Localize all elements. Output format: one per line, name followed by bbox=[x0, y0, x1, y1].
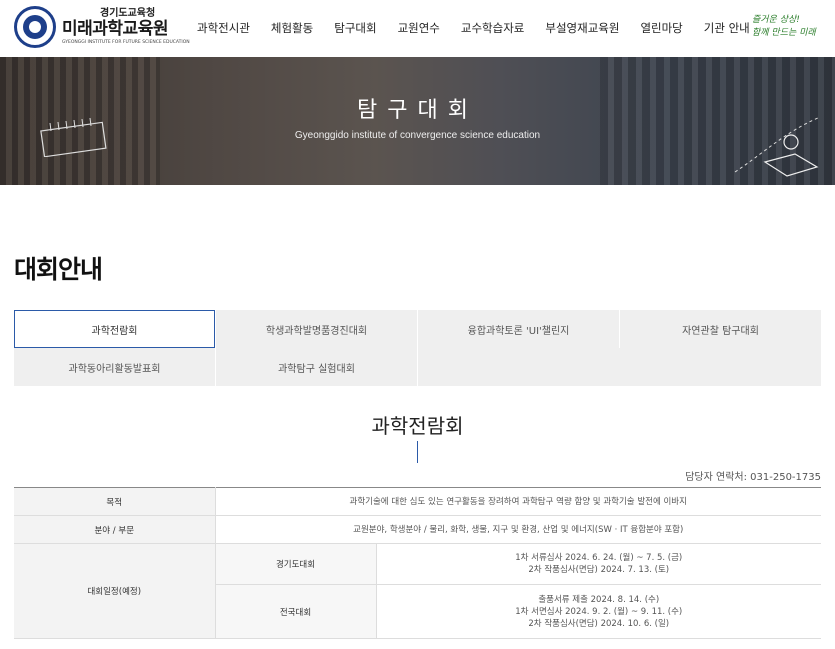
field-label: 분야 / 부문 bbox=[14, 515, 215, 544]
site-header: 경기도교육청 미래과학교육원 GYEONGGI INSTITUTE FOR FU… bbox=[0, 0, 835, 57]
logo-institute-name: 미래과학교육원 bbox=[62, 18, 168, 39]
banner-title: 탐구대회 bbox=[357, 98, 478, 123]
purpose-value: 과학기술에 대한 심도 있는 연구활동을 장려하여 과학탐구 역량 함양 및 과… bbox=[214, 487, 821, 516]
tab-invention-contest[interactable]: 학생과학발명품경진대회 bbox=[216, 310, 417, 348]
nav-item-competitions[interactable]: 탐구대회 bbox=[334, 20, 376, 36]
nav-item-gifted-education[interactable]: 부설영재교육원 bbox=[545, 20, 619, 36]
tab-empty-filler bbox=[418, 348, 821, 386]
banner-subtitle: Gyeonggido institute of convergence scie… bbox=[294, 130, 541, 141]
logo-text: 경기도교육청 미래과학교육원 GYEONGGI INSTITUTE FOR FU… bbox=[62, 7, 190, 46]
tab-club-presentation[interactable]: 과학동아리활동발표회 bbox=[14, 348, 215, 386]
gyeonggi-schedule-line: 1차 서류심사 2024. 6. 24. (월) ~ 7. 5. (금) bbox=[515, 553, 683, 563]
gyeonggi-schedule-line: 2차 작품심사(면담) 2024. 7. 13. (토) bbox=[528, 565, 670, 575]
logo-org-name: 경기도교육청 bbox=[100, 7, 156, 19]
national-label: 전국대회 bbox=[214, 584, 376, 639]
page-banner: 탐구대회 Gyeonggido institute of convergence… bbox=[0, 57, 835, 185]
section-title: 과학전람회 bbox=[371, 414, 464, 438]
nav-item-about[interactable]: 기관 안내 bbox=[704, 20, 750, 36]
nav-item-open-forum[interactable]: 열린마당 bbox=[640, 20, 682, 36]
national-schedule-line: 출품서류 제출 2024. 8. 14. (수) bbox=[538, 594, 660, 605]
tab-nature-observation[interactable]: 자연관찰 탐구대회 bbox=[620, 310, 821, 348]
table-row-field: 분야 / 부문 교원분야, 학생분야 / 물리, 화학, 생물, 지구 및 환경… bbox=[14, 515, 821, 544]
tab-experiment-contest[interactable]: 과학탐구 실험대회 bbox=[216, 348, 417, 386]
nav-item-teaching-materials[interactable]: 교수학습자료 bbox=[461, 20, 524, 36]
section-divider bbox=[417, 441, 418, 463]
main-nav: 과학전시관 체험활동 탐구대회 교원연수 교수학습자료 부설영재교육원 열린마당… bbox=[197, 20, 771, 36]
competition-info-table: 목적 과학기술에 대한 심도 있는 연구활동을 장려하여 과학탐구 역량 함양 … bbox=[14, 487, 821, 639]
national-schedule: 출품서류 제출 2024. 8. 14. (수) 1차 서면심사 2024. 9… bbox=[375, 584, 821, 639]
slogan-line-2: 함께 만드는 미래 bbox=[752, 28, 816, 38]
table-row-gyeonggi: 대회일정(예정) 경기도대회 1차 서류심사 2024. 6. 24. (월) … bbox=[14, 543, 821, 639]
nav-item-teacher-training[interactable]: 교원연수 bbox=[398, 20, 440, 36]
page-title: 대회안내 bbox=[14, 255, 103, 284]
purpose-label: 목적 bbox=[14, 487, 215, 516]
national-schedule-line: 2차 작품심사(면담) 2024. 10. 6. (일) bbox=[528, 618, 670, 629]
slogan: 즐거운 상상! 함께 만드는 미래 bbox=[752, 14, 827, 40]
logo-emblem-icon bbox=[14, 6, 56, 48]
logo-english-name: GYEONGGI INSTITUTE FOR FUTURE SCIENCE ED… bbox=[62, 39, 190, 45]
slogan-line-1: 즐거운 상상! bbox=[752, 15, 800, 25]
site-logo[interactable]: 경기도교육청 미래과학교육원 GYEONGGI INSTITUTE FOR FU… bbox=[14, 6, 190, 48]
tab-science-exhibition[interactable]: 과학전람회 bbox=[14, 310, 215, 348]
tab-ui-challenge[interactable]: 융합과학토론 'UI'챌린지 bbox=[418, 310, 619, 348]
nav-item-science-hall[interactable]: 과학전시관 bbox=[197, 20, 250, 36]
table-row-purpose: 목적 과학기술에 대한 심도 있는 연구활동을 장려하여 과학탐구 역량 함양 … bbox=[14, 487, 821, 516]
schedule-label: 대회일정(예정) bbox=[14, 543, 215, 639]
contact-info: 담당자 연락처: 031-250-1735 bbox=[685, 472, 821, 483]
gyeonggi-schedule: 1차 서류심사 2024. 6. 24. (월) ~ 7. 5. (금) 2차 … bbox=[375, 543, 821, 585]
national-schedule-line: 1차 서면심사 2024. 9. 2. (월) ~ 9. 11. (수) bbox=[515, 606, 683, 617]
gyeonggi-label: 경기도대회 bbox=[214, 543, 376, 585]
field-value: 교원분야, 학생분야 / 물리, 화학, 생물, 지구 및 환경, 산업 및 에… bbox=[214, 515, 821, 544]
nav-item-activities[interactable]: 체험활동 bbox=[271, 20, 313, 36]
